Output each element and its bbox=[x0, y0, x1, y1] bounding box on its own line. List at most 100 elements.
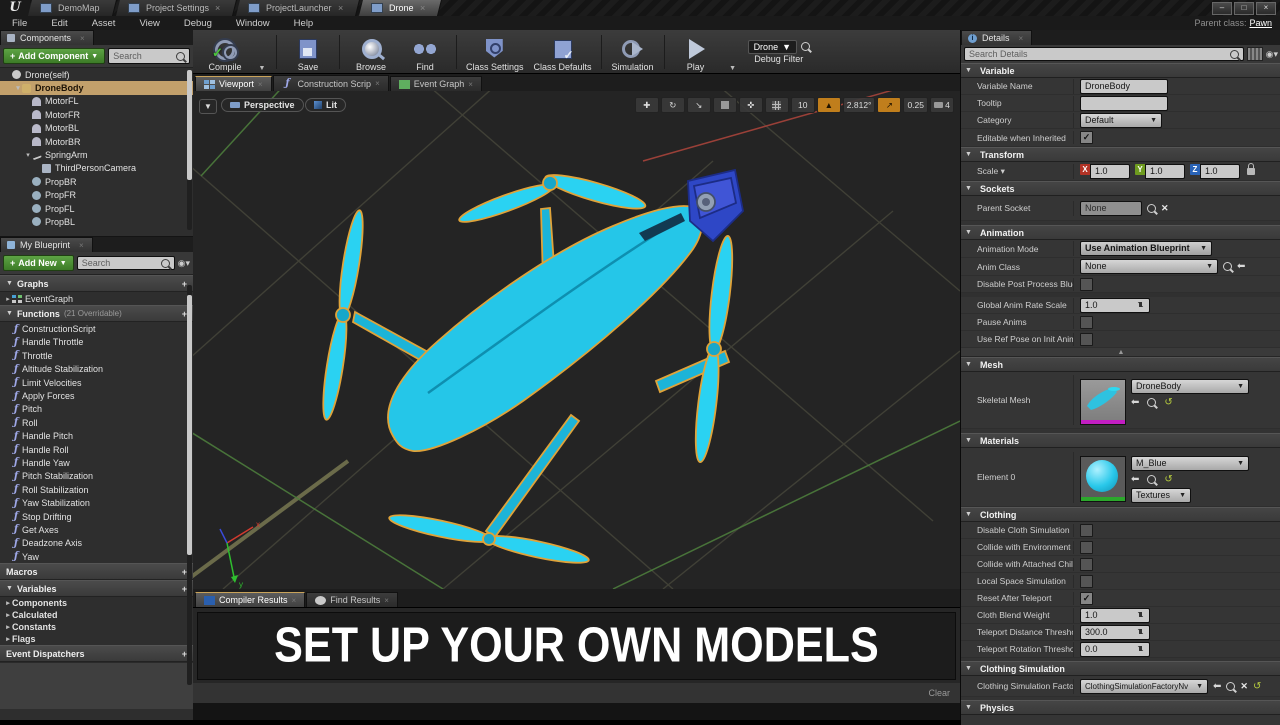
function-constructionscript[interactable]: ƒConstructionScript bbox=[0, 322, 193, 335]
close-icon[interactable]: × bbox=[79, 241, 84, 250]
menu-edit[interactable]: Edit bbox=[39, 18, 79, 29]
function-handle-pitch[interactable]: ƒHandle Pitch bbox=[0, 430, 193, 443]
event-dispatchers-section-header[interactable]: Event Dispatchers+ bbox=[0, 645, 193, 662]
blueprint-search-input[interactable]: Search bbox=[77, 256, 175, 270]
macros-section-header[interactable]: Macros+ bbox=[0, 563, 193, 580]
use-selected-icon[interactable]: ⬅ bbox=[1213, 681, 1221, 692]
section-transform[interactable]: ▼Transform bbox=[961, 147, 1280, 162]
viewport-3d[interactable]: x y ▼ Perspective Lit ✚ ↻ ↘ ✜ 10 ▲ 2.812… bbox=[193, 91, 960, 589]
function-yaw-stabilization[interactable]: ƒYaw Stabilization bbox=[0, 496, 193, 509]
menu-view[interactable]: View bbox=[127, 18, 171, 29]
material-thumbnail[interactable] bbox=[1080, 456, 1126, 502]
clear-socket-icon[interactable]: ✕ bbox=[1161, 203, 1169, 214]
tree-item-thirdpersoncamera[interactable]: ThirdPersonCamera bbox=[0, 162, 193, 175]
menu-window[interactable]: Window bbox=[224, 18, 282, 29]
function-roll[interactable]: ƒRoll bbox=[0, 416, 193, 429]
scale-snap-button[interactable]: ↗ bbox=[877, 97, 901, 113]
add-new-button[interactable]: +Add New▼ bbox=[3, 255, 74, 271]
window-tab-drone[interactable]: Drone× bbox=[359, 0, 442, 16]
teleport-rotation-threshold-spinner[interactable]: 0.0 bbox=[1080, 642, 1150, 657]
tab-compiler-results[interactable]: Compiler Results× bbox=[195, 592, 305, 607]
property-matrix-icon[interactable] bbox=[1247, 47, 1263, 61]
scale-y[interactable]: Y1.0 bbox=[1135, 164, 1185, 179]
tab-viewport[interactable]: Viewport× bbox=[195, 76, 272, 91]
function-pitch-stabilization[interactable]: ƒPitch Stabilization bbox=[0, 470, 193, 483]
menu-asset[interactable]: Asset bbox=[80, 18, 128, 29]
tooltip-field[interactable] bbox=[1080, 96, 1168, 111]
eye-filter-icon[interactable]: ◉▾ bbox=[178, 258, 190, 269]
function-handle-roll[interactable]: ƒHandle Roll bbox=[0, 443, 193, 456]
window-tab-demomap[interactable]: DemoMap bbox=[28, 0, 117, 16]
class-defaults-button[interactable]: Class Defaults bbox=[530, 32, 596, 72]
browse-button[interactable]: Browse bbox=[345, 32, 397, 72]
section-clothing[interactable]: ▼Clothing bbox=[961, 507, 1280, 522]
teleport-distance-threshold-spinner[interactable]: 300.0 bbox=[1080, 625, 1150, 640]
variable-category-flags[interactable]: ▸Flags bbox=[0, 633, 193, 645]
clothing-factory-dropdown[interactable]: ClothingSimulationFactoryNv▼ bbox=[1080, 679, 1208, 694]
section-sockets[interactable]: ▼Sockets bbox=[961, 181, 1280, 196]
close-icon[interactable]: × bbox=[468, 80, 473, 89]
close-icon[interactable]: × bbox=[384, 596, 389, 605]
graphs-section-header[interactable]: ▼Graphs+ bbox=[0, 275, 193, 292]
dropdown-arrow-compile[interactable]: ▼ bbox=[253, 32, 271, 72]
browse-anim-icon[interactable] bbox=[1223, 262, 1232, 271]
function-altitude-stabilization[interactable]: ƒAltitude Stabilization bbox=[0, 363, 193, 376]
expander-icon[interactable]: ▾ bbox=[14, 84, 22, 92]
tab-my-blueprint[interactable]: My Blueprint × bbox=[0, 237, 93, 252]
collide-with-environment-checkbox[interactable] bbox=[1080, 541, 1093, 554]
section-mesh[interactable]: ▼Mesh bbox=[961, 357, 1280, 372]
use-selected-icon[interactable]: ⬅ bbox=[1237, 261, 1245, 272]
use-ref-pose-checkbox[interactable] bbox=[1080, 333, 1093, 346]
variables-section-header[interactable]: ▼Variables+ bbox=[0, 580, 193, 597]
expander-icon[interactable]: ▸ bbox=[4, 295, 12, 303]
close-icon[interactable]: × bbox=[337, 3, 342, 13]
section-physics[interactable]: ▼Physics bbox=[961, 700, 1280, 715]
local-space-simulation-checkbox[interactable] bbox=[1080, 575, 1093, 588]
function-roll-stabilization[interactable]: ƒRoll Stabilization bbox=[0, 483, 193, 496]
browse-icon[interactable] bbox=[1147, 475, 1156, 484]
disable-pp-checkbox[interactable] bbox=[1080, 278, 1093, 291]
search-icon[interactable] bbox=[801, 42, 810, 51]
expander-icon[interactable]: ▸ bbox=[4, 623, 12, 631]
function-apply-forces[interactable]: ƒApply Forces bbox=[0, 389, 193, 402]
function-get-axes[interactable]: ƒGet Axes bbox=[0, 523, 193, 536]
function-pitch[interactable]: ƒPitch bbox=[0, 403, 193, 416]
menu-debug[interactable]: Debug bbox=[172, 18, 224, 29]
disable-cloth-simulation-checkbox[interactable] bbox=[1080, 524, 1093, 537]
reset-icon[interactable]: ↺ bbox=[1164, 474, 1172, 485]
dropdown-arrow-play[interactable]: ▼ bbox=[724, 32, 742, 72]
use-selected-icon[interactable]: ⬅ bbox=[1131, 397, 1139, 408]
close-icon[interactable]: × bbox=[80, 34, 85, 43]
view-options-icon[interactable]: ◉▾ bbox=[1266, 49, 1278, 60]
material-dropdown[interactable]: M_Blue▼ bbox=[1131, 456, 1249, 471]
search-socket-icon[interactable] bbox=[1147, 204, 1156, 213]
anim-class-dropdown[interactable]: None▼ bbox=[1080, 259, 1218, 274]
animation-mode-dropdown[interactable]: Use Animation Blueprint▼ bbox=[1080, 241, 1212, 256]
function-stop-drifting[interactable]: ƒStop Drifting bbox=[0, 510, 193, 523]
section-materials[interactable]: ▼Materials bbox=[961, 433, 1280, 448]
section-animation[interactable]: ▼Animation bbox=[961, 225, 1280, 240]
variable-category-constants[interactable]: ▸Constants bbox=[0, 621, 193, 633]
tree-item-motorfl[interactable]: MotorFL bbox=[0, 95, 193, 108]
clear-icon[interactable]: ✕ bbox=[1240, 681, 1248, 692]
drone-model[interactable] bbox=[319, 169, 743, 568]
tree-item-propbl[interactable]: PropBL bbox=[0, 215, 193, 228]
tab-event-graph[interactable]: Event Graph× bbox=[390, 76, 482, 91]
reset-icon[interactable]: ↺ bbox=[1253, 681, 1261, 692]
clear-button[interactable]: Clear bbox=[928, 688, 960, 698]
tree-item-springarm[interactable]: ▾SpringArm bbox=[0, 148, 193, 161]
details-search-input[interactable]: Search Details bbox=[964, 47, 1244, 61]
reset-icon[interactable]: ↺ bbox=[1164, 397, 1172, 408]
close-icon[interactable]: × bbox=[258, 80, 263, 89]
expander-icon[interactable]: ▸ bbox=[4, 611, 12, 619]
maximize-button[interactable]: □ bbox=[1234, 2, 1254, 15]
rotate-tool-button[interactable]: ↻ bbox=[661, 97, 685, 113]
grid-size-value[interactable]: 10 bbox=[791, 97, 815, 113]
perspective-button[interactable]: Perspective bbox=[221, 98, 304, 112]
debug-target-dropdown[interactable]: Drone▼ bbox=[748, 40, 797, 54]
tree-item-dronebody[interactable]: ▾DroneBody bbox=[0, 81, 193, 94]
rotation-snap-value[interactable]: 2.812° bbox=[843, 97, 876, 113]
parent-socket-field[interactable]: None bbox=[1080, 201, 1142, 216]
play-button[interactable]: Play bbox=[670, 32, 722, 72]
viewport-options-button[interactable]: ▼ bbox=[199, 99, 217, 114]
